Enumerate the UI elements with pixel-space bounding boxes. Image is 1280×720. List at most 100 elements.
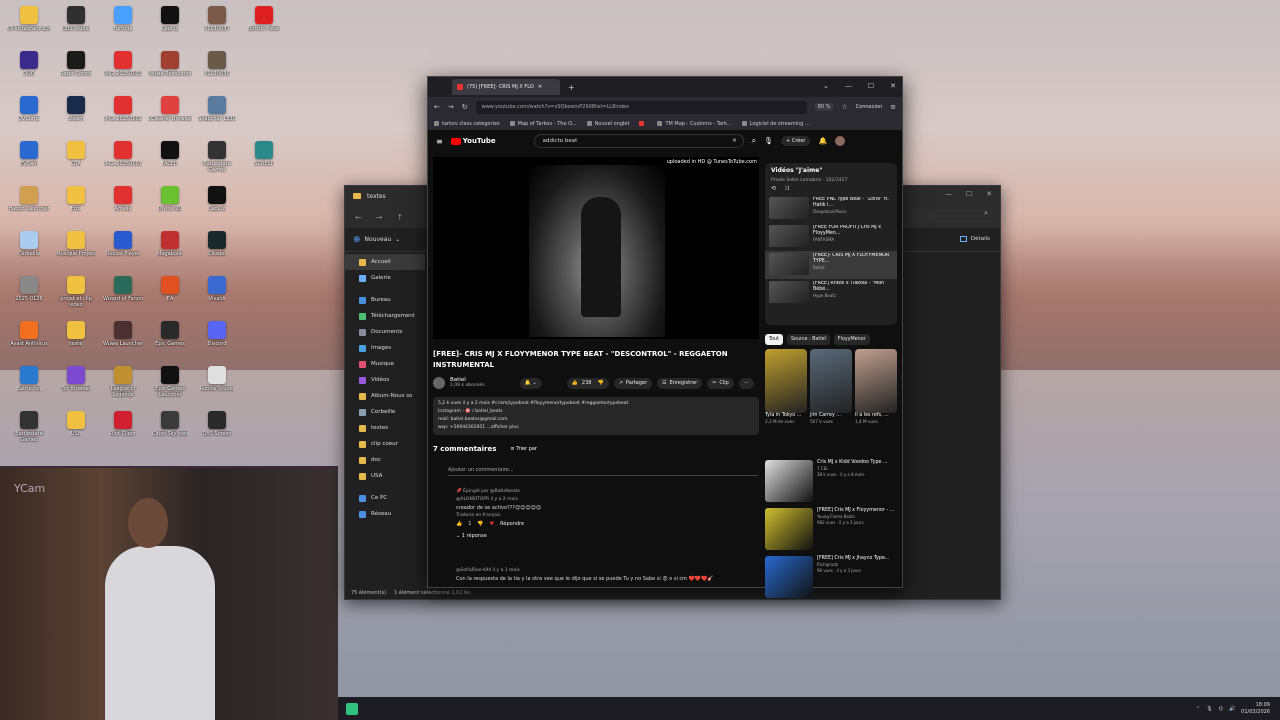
desktop-icon[interactable]: Battle.net bbox=[6, 366, 52, 392]
desktop-icon[interactable]: IMG_20250101 bbox=[100, 141, 146, 167]
desktop-icon[interactable]: Avast Antivirus bbox=[6, 321, 52, 347]
signin-button[interactable]: Connexion bbox=[856, 104, 882, 110]
sidebar-item[interactable]: Documents bbox=[345, 324, 425, 340]
desktop-icon[interactable]: Steam bbox=[53, 96, 99, 122]
playlist-item[interactable]: [FREE FOR PROFIT] Cris MJ x FloyyMen... F… bbox=[765, 223, 897, 251]
like-icon[interactable]: 👍 bbox=[456, 520, 462, 528]
details-button[interactable]: Détails bbox=[959, 236, 990, 242]
desktop-icon[interactable]: USB bbox=[53, 411, 99, 437]
reload-icon[interactable]: ↻ bbox=[462, 103, 468, 111]
bookmark-item[interactable]: TM Map - Customs - Tark... bbox=[657, 121, 732, 127]
short-item[interactable]: Jim Carrey ... 507 k vues bbox=[810, 349, 852, 431]
sidebar-item[interactable]: Téléchargement bbox=[345, 308, 425, 324]
desktop-icon[interactable]: OBS Studio bbox=[53, 6, 99, 32]
clip-button[interactable]: ✂ Clip bbox=[707, 377, 734, 389]
filter-chip[interactable]: Source : Batiel bbox=[786, 334, 830, 345]
sidebar-item[interactable]: Accueil bbox=[345, 254, 425, 270]
forward-arrow-icon[interactable]: → bbox=[376, 213, 383, 222]
desktop-icon[interactable]: Vivaldi bbox=[194, 276, 240, 302]
desktop-icon[interactable]: Corbeille bbox=[6, 231, 52, 257]
video-player[interactable]: uploaded in HD @ TunesToTube.com bbox=[433, 157, 759, 339]
desktop-icon[interactable]: DVCurtis bbox=[6, 96, 52, 122]
playlist-item[interactable]: [FREE]- CRIS MJ X FLOYYMENOR TYPE... Bati… bbox=[765, 251, 897, 279]
channel-info[interactable]: Batiel 1,08 k abonnés bbox=[450, 377, 485, 389]
recommendation-item[interactable]: [FREE] Cris MJ x Jhayco Type... Richiprod… bbox=[765, 556, 897, 602]
filter-chip[interactable]: FloyyMenor bbox=[833, 334, 870, 345]
desktop-icon[interactable]: Roblox Player bbox=[100, 231, 146, 257]
dislike-icon[interactable]: 👎 bbox=[597, 380, 603, 386]
desktop-icon[interactable]: Citadel bbox=[194, 231, 240, 257]
desktop-icon[interactable]: IMG_20250103 bbox=[100, 51, 146, 77]
youtube-search-input[interactable]: addicto beat ✕ bbox=[533, 134, 744, 148]
channel-avatar[interactable] bbox=[433, 377, 445, 389]
sidebar-item[interactable]: Musique bbox=[345, 356, 425, 372]
back-arrow-icon[interactable]: ← bbox=[434, 103, 440, 111]
desktop-icon[interactable]: Riot Client bbox=[100, 411, 146, 437]
close-icon[interactable]: ✕ bbox=[986, 190, 992, 198]
sidebar-item[interactable]: clip coeur bbox=[345, 436, 425, 452]
add-comment-input[interactable]: Ajouter un commentaire... bbox=[448, 467, 758, 476]
forward-arrow-icon[interactable]: → bbox=[448, 103, 454, 111]
sidebar-item[interactable]: Réseau bbox=[345, 506, 425, 522]
url-input[interactable]: www.youtube.com/watch?v=xSQbzwmP2908list… bbox=[475, 100, 807, 114]
desktop-icon[interactable]: IMG_20250102 bbox=[100, 96, 146, 122]
comment-author[interactable]: @ALONSITOPR il y a 2 mois bbox=[436, 496, 756, 504]
desktop-icon[interactable]: P1010636 bbox=[194, 51, 240, 77]
volume-icon[interactable]: 🔊 bbox=[1229, 706, 1235, 712]
desktop-icon[interactable]: Fortnite bbox=[100, 6, 146, 32]
bookmark-item[interactable]: Nouvel onglet bbox=[586, 121, 629, 127]
microphone-icon[interactable]: 🎙 bbox=[764, 137, 773, 145]
maximize-icon[interactable]: ☐ bbox=[966, 190, 972, 198]
sidebar-item[interactable]: textes bbox=[345, 420, 425, 436]
menu-icon[interactable]: ≡ bbox=[890, 103, 896, 111]
desktop-icon[interactable]: Megabonk bbox=[147, 231, 193, 257]
search-icon[interactable]: ⌕ bbox=[752, 136, 756, 146]
desktop-icon[interactable]: Battlestate Games bbox=[194, 141, 240, 173]
shuffle-icon[interactable]: ⤨ bbox=[784, 185, 789, 192]
recommendation-item[interactable]: [FREE] Cris MJ x Floyymenor - ... Young F… bbox=[765, 508, 897, 554]
zoom-level[interactable]: 80 % bbox=[814, 103, 834, 111]
notifications-icon[interactable]: 🔔 bbox=[818, 137, 827, 145]
create-button[interactable]: + Créer bbox=[781, 136, 811, 146]
bookmark-star-icon[interactable]: ☆ bbox=[841, 103, 847, 111]
bookmark-item[interactable]: Map of Tarkov - The O... bbox=[509, 121, 577, 127]
microphone-icon[interactable]: 🎙 bbox=[1206, 706, 1212, 712]
desktop-icon[interactable]: CCleaner Browser bbox=[147, 96, 193, 122]
hamburger-icon[interactable]: ≡ bbox=[436, 137, 443, 146]
desktop-icon[interactable]: Wizard of Fanon bbox=[100, 276, 146, 302]
share-button[interactable]: ↗ Partager bbox=[613, 377, 653, 389]
sort-button[interactable]: ≡ Trier par bbox=[510, 446, 537, 452]
explorer-search-input[interactable]: ⌕ bbox=[912, 209, 992, 223]
sidebar-item[interactable]: doc bbox=[345, 452, 425, 468]
short-item[interactable]: Tyla in Tokyo ... 2,3 M de vues bbox=[765, 349, 807, 431]
desktop-icon[interactable]: texte bbox=[53, 321, 99, 347]
up-arrow-icon[interactable]: ↑ bbox=[396, 213, 403, 222]
desktop-icon[interactable]: Discord bbox=[194, 321, 240, 347]
desktop-icon[interactable]: SCRESP bbox=[241, 141, 287, 167]
clear-search-icon[interactable]: ✕ bbox=[732, 138, 737, 144]
description-box[interactable]: 5,2 k vues il y a 2 mois #crismjtypebeat… bbox=[433, 397, 759, 435]
desktop-icon[interactable]: P1010637 bbox=[194, 6, 240, 32]
network-icon[interactable]: ⌬ bbox=[1219, 706, 1223, 712]
desktop-icon[interactable]: Epic Games bbox=[147, 321, 193, 347]
clock[interactable]: 18:09 01/03/2026 bbox=[1241, 702, 1270, 716]
sidebar-item[interactable]: USA bbox=[345, 468, 425, 484]
close-icon[interactable]: ✕ bbox=[890, 82, 896, 90]
desktop-icon[interactable]: projet et clip video bbox=[53, 276, 99, 308]
desktop-icon[interactable]: 59 Instagram_IEM bbox=[6, 6, 52, 32]
bookmark-item[interactable]: Logiciel de streaming ... bbox=[741, 121, 810, 127]
desktop-icon[interactable]: Epic Games Launcher bbox=[147, 366, 193, 398]
desktop-icon[interactable]: 2025-0128 bbox=[6, 276, 52, 302]
loop-icon[interactable]: ⟲ bbox=[771, 185, 776, 192]
minimize-icon[interactable]: — bbox=[845, 82, 852, 90]
desktop-icon[interactable]: Razer Cortex bbox=[53, 51, 99, 77]
save-button[interactable]: ☰ Enregistrer bbox=[657, 377, 703, 389]
dislike-icon[interactable]: 👎 bbox=[477, 520, 483, 528]
bookmark-item[interactable]: tarkov class categories bbox=[434, 121, 500, 127]
desktop-icon[interactable]: DUO bbox=[6, 51, 52, 77]
sidebar-item[interactable]: Ce PC bbox=[345, 490, 425, 506]
new-button[interactable]: ⊕ Nouveau ⌄ bbox=[353, 235, 400, 245]
tab-youtube[interactable]: (75) [FREE]- CRIS MJ X FLO ✕ bbox=[452, 79, 560, 95]
desktop-icon[interactable]: Divine 2D bbox=[147, 186, 193, 212]
reply-button[interactable]: Répondre bbox=[500, 520, 524, 528]
